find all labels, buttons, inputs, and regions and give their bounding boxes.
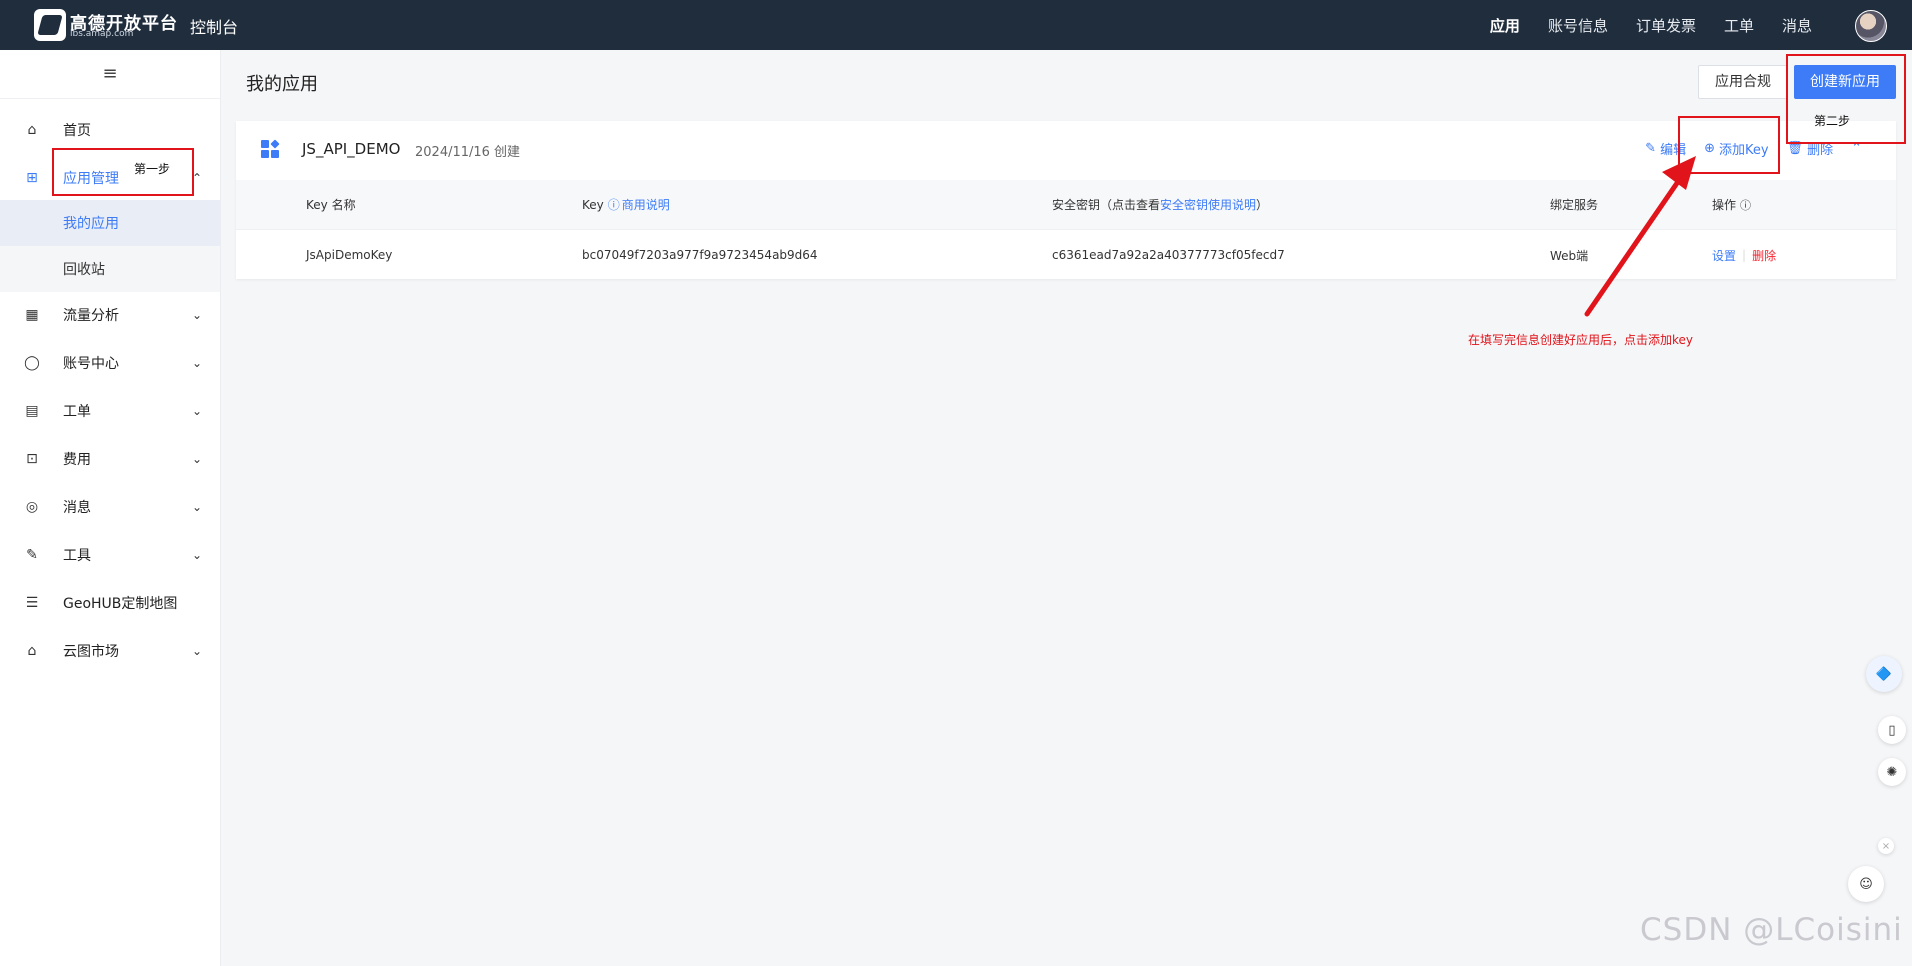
feedback-bot-icon[interactable]: 🔷: [1866, 656, 1902, 692]
ai-brain-icon[interactable]: ✺: [1878, 758, 1906, 786]
close-icon[interactable]: ×: [1878, 838, 1894, 854]
watermark: CSDN @LCoisini: [1640, 912, 1903, 948]
annotation-arrow: [1584, 156, 1696, 317]
assistant-avatar-icon[interactable]: ☺: [1848, 866, 1884, 902]
docs-book-icon[interactable]: ▯: [1878, 716, 1906, 744]
annotation-note: 在填写完信息创建好应用后，点击添加key: [1468, 333, 1694, 347]
